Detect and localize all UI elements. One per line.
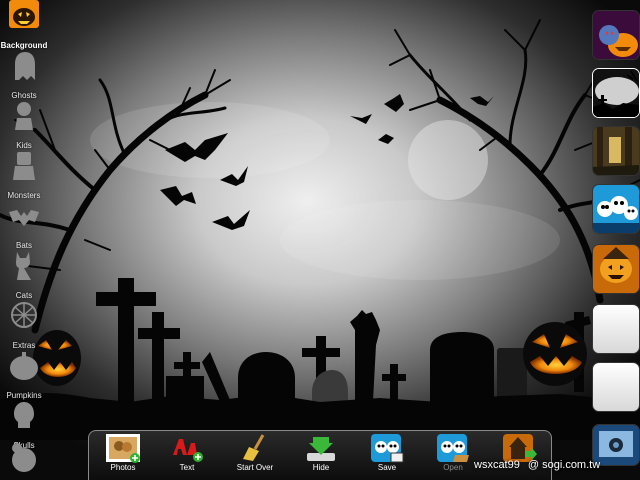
thumbnail-blank-white-2[interactable]: [592, 362, 640, 412]
export-button[interactable]: [491, 433, 547, 480]
sidebar-item-extras[interactable]: Extras: [0, 300, 48, 350]
hide-label: Hide: [312, 463, 330, 472]
hide-button[interactable]: Hide: [293, 433, 349, 480]
pumpkin-icon: [10, 352, 38, 380]
thumbnail-scarecrow-pumpkin[interactable]: [592, 244, 640, 294]
photos-label: Photos: [110, 463, 136, 472]
background-thumbnail-strip: [590, 0, 640, 480]
thumbnail-haunted-forest[interactable]: [592, 126, 640, 176]
sidebar-item-bats[interactable]: Bats: [0, 200, 48, 250]
category-sidebar: Background Ghosts Kids Monsters Bats Cat…: [0, 0, 48, 480]
sidebar-item-label: Bats: [15, 241, 32, 250]
cat-icon: [16, 252, 31, 280]
skull-icon: [14, 402, 34, 428]
sidebar-item-background[interactable]: Background: [0, 0, 48, 50]
sidebar-item-label: Extras: [12, 341, 36, 350]
watermark: wsxcat99 @ sogi.com.tw: [474, 459, 600, 471]
hide-arrow-icon: [307, 437, 335, 461]
sidebar-item-monsters[interactable]: Monsters: [0, 150, 48, 200]
thumbnail-blank-white[interactable]: [592, 304, 640, 354]
text-icon: [173, 439, 203, 462]
sidebar-item-label: Ghosts: [11, 91, 37, 100]
photos-icon: [106, 434, 140, 463]
save-button[interactable]: Save: [359, 433, 415, 480]
ghost-icon: [15, 52, 35, 80]
broom-icon: [243, 434, 265, 461]
app-screen: Background Ghosts Kids Monsters Bats Cat…: [0, 0, 640, 480]
photos-button[interactable]: Photos: [95, 433, 151, 480]
background-icon: [9, 0, 39, 28]
watermark-site: @ sogi.com.tw: [527, 459, 601, 471]
text-label: Text: [179, 463, 195, 472]
save-icon: [371, 434, 404, 463]
text-button[interactable]: Text: [159, 433, 215, 480]
monster-icon: [13, 152, 35, 180]
sidebar-item-cats[interactable]: Cats: [0, 250, 48, 300]
turkey-icon: [12, 443, 36, 472]
open-label: Open: [443, 463, 463, 472]
thumbnail-foggy-graveyard[interactable]: [592, 68, 640, 118]
moon: [408, 120, 488, 200]
thumbnail-pumpkin-monster[interactable]: [592, 10, 640, 60]
sidebar-item-ghosts[interactable]: Ghosts: [0, 50, 48, 100]
sidebar-item-more[interactable]: [0, 440, 48, 480]
right-jack-o-lantern: [523, 322, 587, 386]
watermark-user: wsxcat99: [474, 459, 520, 471]
sidebar-item-label: Pumpkins: [6, 391, 42, 400]
kids-icon: [15, 102, 33, 130]
scene-canvas[interactable]: [0, 0, 640, 480]
start-over-button[interactable]: Start Over: [227, 433, 283, 480]
sidebar-item-label: Background: [0, 41, 48, 50]
sidebar-item-label: Cats: [15, 291, 33, 300]
bottom-toolbar: Photos Text Start Over Hide Save Open: [88, 430, 552, 480]
sidebar-item-kids[interactable]: Kids: [0, 100, 48, 150]
open-icon: [437, 434, 469, 462]
open-button[interactable]: Open: [425, 433, 481, 480]
extras-icon: [11, 302, 37, 328]
bat-icon: [9, 210, 39, 226]
sidebar-item-pumpkins[interactable]: Pumpkins: [0, 350, 48, 400]
sidebar-item-label: Kids: [16, 141, 32, 150]
start-over-label: Start Over: [236, 463, 274, 472]
sidebar-item-label: Monsters: [7, 191, 41, 200]
save-label: Save: [377, 463, 397, 472]
thumbnail-skull-kids[interactable]: [592, 184, 640, 234]
